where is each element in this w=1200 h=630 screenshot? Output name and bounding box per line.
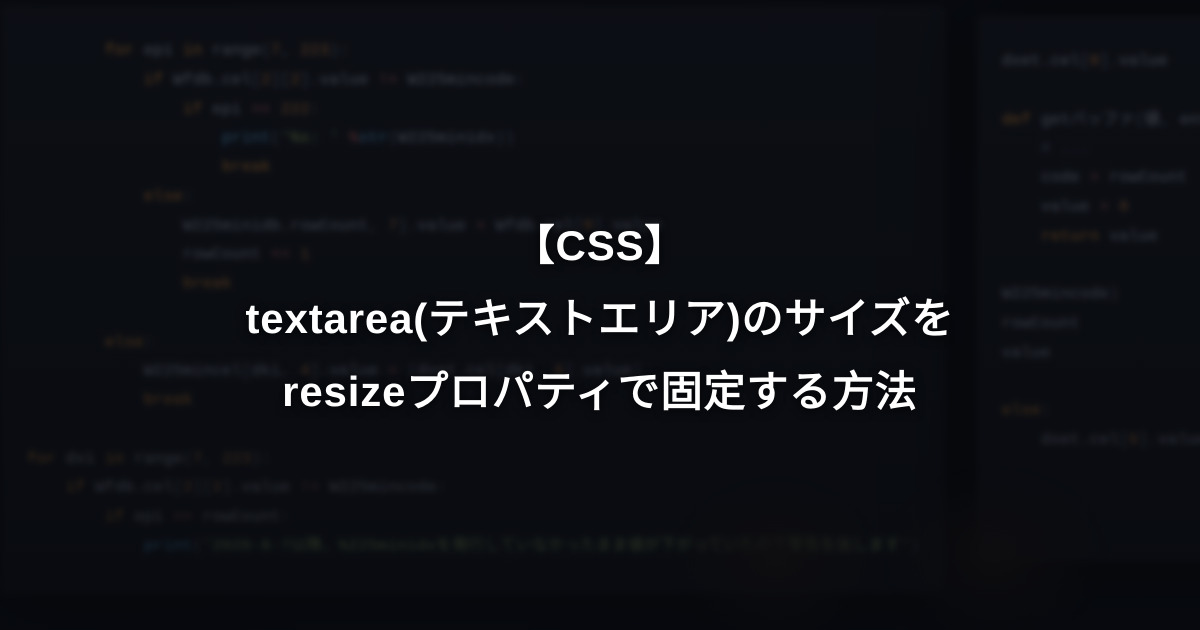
title-line-3: resizeプロパティで固定する方法 — [282, 358, 918, 419]
title-container: 【CSS】 textarea(テキストエリア)のサイズを resizeプロパティ… — [0, 0, 1200, 630]
title-line-2: textarea(テキストエリア)のサイズを — [245, 285, 954, 346]
title-line-1: 【CSS】 — [513, 212, 688, 273]
